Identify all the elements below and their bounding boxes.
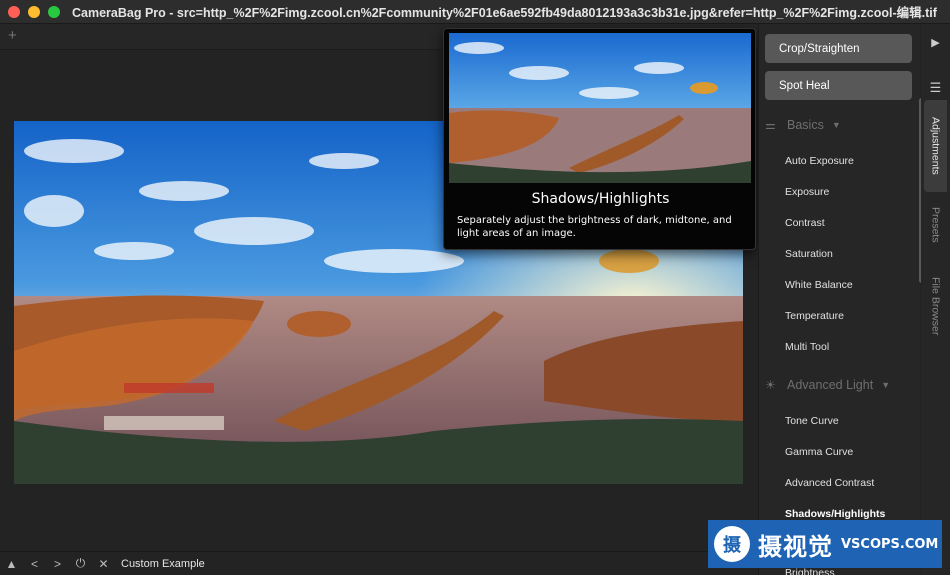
section-advanced-light-title: Advanced Light bbox=[787, 378, 874, 392]
adjustment-item-auto-exposure[interactable]: Auto Exposure bbox=[785, 155, 854, 167]
adjustment-tooltip: Shadows/Highlights Separately adjust the… bbox=[443, 28, 756, 250]
tab-file-browser[interactable]: File Browser bbox=[924, 274, 947, 338]
adjustments-panel: Crop/Straighten Spot Heal ⚌ Basics ▼ Aut… bbox=[758, 24, 920, 575]
adjustment-item-gamma-curve[interactable]: Gamma Curve bbox=[785, 446, 853, 458]
tooltip-description: Separately adjust the brightness of dark… bbox=[457, 215, 732, 239]
spot-heal-button[interactable]: Spot Heal bbox=[765, 71, 912, 100]
triangle-up-icon[interactable]: ▲ bbox=[0, 557, 23, 571]
adjustment-item-advanced-contrast[interactable]: Advanced Contrast bbox=[785, 477, 874, 489]
adjustment-item-shadows-highlights[interactable]: Shadows/Highlights bbox=[785, 508, 885, 520]
tab-adjustments-label: Adjustments bbox=[929, 117, 942, 175]
section-basics-title: Basics bbox=[787, 118, 824, 132]
side-tabs: ▶ ☰ Adjustments Presets File Browser bbox=[921, 24, 950, 575]
title-bar: CameraBag Pro - src=http_%2F%2Fimg.zcool… bbox=[0, 0, 950, 24]
watermark-chinese-text: 摄视觉 bbox=[758, 532, 833, 561]
menu-icon[interactable]: ☰ bbox=[921, 80, 950, 96]
tab-presets-label: Presets bbox=[929, 207, 942, 243]
close-icon[interactable]: ✕ bbox=[92, 557, 115, 571]
section-basics-header[interactable]: ⚌ Basics ▼ bbox=[765, 118, 841, 132]
chevron-right-icon[interactable]: > bbox=[46, 557, 69, 571]
crop-straighten-button[interactable]: Crop/Straighten bbox=[765, 34, 912, 63]
adjustment-item-temperature[interactable]: Temperature bbox=[785, 310, 844, 322]
tab-presets[interactable]: Presets bbox=[924, 200, 947, 250]
power-icon[interactable]: ⏻ bbox=[69, 556, 92, 571]
adjustment-item-saturation[interactable]: Saturation bbox=[785, 248, 833, 260]
tab-file-browser-label: File Browser bbox=[929, 276, 942, 336]
section-advanced-light-header[interactable]: ☀ Advanced Light ▼ bbox=[765, 378, 890, 392]
watermark-english-text: VSCOPS.COM bbox=[841, 536, 939, 552]
chevron-down-icon: ▼ bbox=[831, 120, 841, 130]
tooltip-title: Shadows/Highlights bbox=[531, 191, 670, 207]
play-icon[interactable]: ▶ bbox=[921, 36, 950, 49]
chevron-left-icon[interactable]: < bbox=[23, 557, 46, 571]
close-window-button[interactable] bbox=[8, 5, 20, 18]
tooltip-preview-image bbox=[449, 33, 751, 183]
adjustment-item-white-balance[interactable]: White Balance bbox=[785, 279, 853, 291]
adjustment-item-contrast[interactable]: Contrast bbox=[785, 217, 825, 229]
adjustment-item-brightness[interactable]: Brightness bbox=[785, 567, 835, 575]
tab-adjustments[interactable]: Adjustments bbox=[924, 100, 947, 192]
bottom-toolbar: ▲ < > ⏻ ✕ Custom Example bbox=[0, 551, 758, 575]
zoom-window-button[interactable] bbox=[48, 5, 60, 18]
adjustment-item-multi-tool[interactable]: Multi Tool bbox=[785, 341, 829, 353]
add-tab-button[interactable]: + bbox=[8, 27, 17, 44]
sun-icon: ☀ bbox=[765, 378, 776, 392]
preset-name: Custom Example bbox=[121, 557, 205, 570]
window-title: CameraBag Pro - src=http_%2F%2Fimg.zcool… bbox=[72, 6, 937, 20]
minimize-window-button[interactable] bbox=[28, 5, 40, 18]
chevron-down-icon: ▼ bbox=[881, 380, 891, 390]
window-controls bbox=[8, 5, 60, 18]
adjustment-item-exposure[interactable]: Exposure bbox=[785, 186, 829, 198]
sliders-icon: ⚌ bbox=[765, 118, 776, 132]
adjustment-item-tone-curve[interactable]: Tone Curve bbox=[785, 415, 839, 427]
watermark-banner: 摄 摄视觉 VSCOPS.COM bbox=[708, 520, 942, 568]
watermark-logo-icon: 摄 bbox=[714, 526, 750, 562]
